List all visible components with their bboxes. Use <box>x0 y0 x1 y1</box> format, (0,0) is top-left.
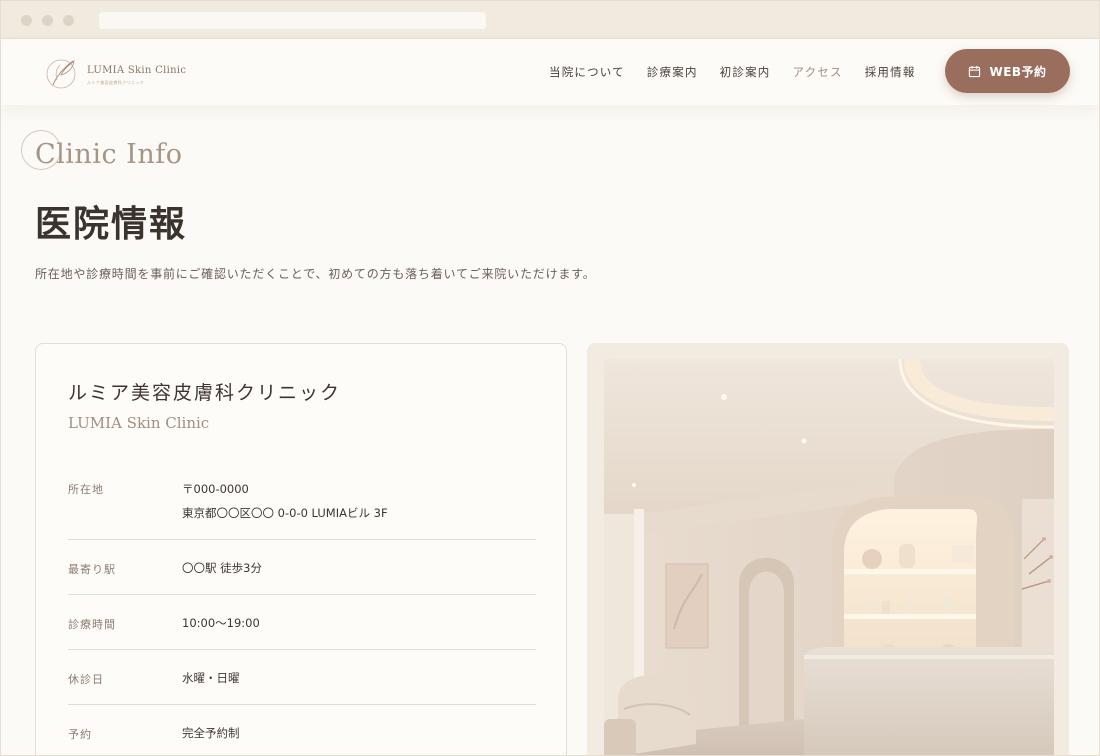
info-row-closed: 休診日 水曜・日曜 <box>68 650 536 705</box>
info-label: 休診日 <box>68 673 104 686</box>
site-header: LUMIA Skin Clinic ルミア美容皮膚科クリニック 当院について 診… <box>1 39 1099 105</box>
clinic-interior-photo <box>604 359 1054 755</box>
page-title: 医院情報 <box>35 203 188 245</box>
section-lead: 所在地や診療時間を事前にご確認いただくことで、初めての方も落ち着いてご来院いただ… <box>35 267 596 281</box>
clinic-interior-illustration <box>604 359 1054 755</box>
info-label: 最寄り駅 <box>68 563 116 576</box>
info-row-hours: 診療時間 10:00〜19:00 <box>68 595 536 650</box>
leaf-logo-icon <box>46 59 76 89</box>
clinic-info-card: ルミア美容皮膚科クリニック LUMIA Skin Clinic 所在地 〒000… <box>35 343 567 755</box>
info-row-reservation: 予約 完全予約制 <box>68 705 536 755</box>
web-reservation-button[interactable]: WEB予約 <box>945 49 1070 93</box>
nav-item-about[interactable]: 当院について <box>549 64 625 80</box>
section-en-title: Clinic Info <box>35 139 183 170</box>
opening-hours: 10:00〜19:00 <box>182 616 260 630</box>
info-row-address: 所在地 〒000-0000 東京都〇〇区〇〇 0-0-0 LUMIAビル 3F <box>68 468 536 540</box>
logo-text: LUMIA Skin Clinic <box>87 65 187 76</box>
calendar-icon <box>969 65 981 77</box>
browser-window: LUMIA Skin Clinic ルミア美容皮膚科クリニック 当院について 診… <box>0 0 1100 756</box>
clinic-info-list: 所在地 〒000-0000 東京都〇〇区〇〇 0-0-0 LUMIAビル 3F … <box>68 468 536 755</box>
global-nav: 当院について 診療案内 初診案内 アクセス 採用情報 <box>549 64 938 80</box>
window-dot[interactable] <box>42 15 53 26</box>
nav-item-access[interactable]: アクセス <box>792 64 842 80</box>
reservation-type: 完全予約制 <box>182 726 240 740</box>
clinic-name: ルミア美容皮膚科クリニック <box>68 382 342 404</box>
window-dot[interactable] <box>63 15 74 26</box>
nav-item-treatments[interactable]: 診療案内 <box>647 64 698 80</box>
info-row-station: 最寄り駅 〇〇駅 徒歩3分 <box>68 540 536 595</box>
nearest-station: 〇〇駅 徒歩3分 <box>182 561 262 575</box>
info-label: 所在地 <box>68 483 104 496</box>
browser-chrome <box>1 1 1099 39</box>
site-logo[interactable]: LUMIA Skin Clinic ルミア美容皮膚科クリニック <box>43 53 203 93</box>
address-bar[interactable] <box>99 12 486 29</box>
nav-item-first-visit[interactable]: 初診案内 <box>720 64 771 80</box>
closed-days: 水曜・日曜 <box>182 671 240 685</box>
window-dot[interactable] <box>21 15 32 26</box>
logo-subtext: ルミア美容皮膚科クリニック <box>87 80 145 85</box>
web-reservation-label: WEB予約 <box>989 64 1047 79</box>
address: 東京都〇〇区〇〇 0-0-0 LUMIAビル 3F <box>182 506 388 520</box>
clinic-name-en: LUMIA Skin Clinic <box>68 414 210 432</box>
postal-code: 〒000-0000 <box>182 482 249 496</box>
info-label: 診療時間 <box>68 618 116 631</box>
info-label: 予約 <box>68 728 92 741</box>
nav-item-recruit[interactable]: 採用情報 <box>865 64 916 80</box>
